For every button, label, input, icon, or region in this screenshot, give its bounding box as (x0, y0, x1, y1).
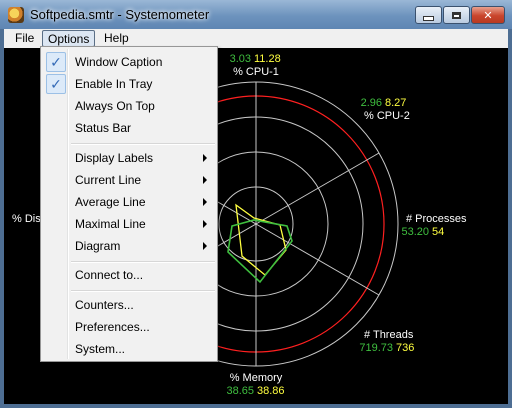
menu-separator (71, 143, 215, 145)
menu-item-label: Always On Top (75, 99, 155, 113)
check-icon: ✓ (46, 52, 66, 72)
close-button[interactable]: ✕ (471, 6, 505, 24)
menu-item-diagram[interactable]: Diagram (43, 235, 215, 257)
menu-item-maximal-line[interactable]: Maximal Line (43, 213, 215, 235)
title-bar[interactable]: Softpedia.smtr - Systemometer ✕ (0, 0, 512, 29)
threads-axis-label: # Threads (364, 329, 414, 341)
memory-max-label: 38.86 (257, 385, 285, 397)
menu-item-preferences[interactable]: Preferences... (43, 316, 215, 338)
menu-item-system[interactable]: System... (43, 338, 215, 360)
check-icon: ✓ (46, 74, 66, 94)
maximize-button[interactable] (443, 6, 470, 24)
menu-item-always-on-top[interactable]: Always On Top (43, 95, 215, 117)
menu-file[interactable]: File (10, 30, 39, 47)
menu-item-label: Status Bar (75, 121, 132, 135)
menu-item-label: Display Labels (75, 151, 154, 165)
menu-item-counters[interactable]: Counters... (43, 294, 215, 316)
threads-max-label: 736 (396, 342, 414, 354)
submenu-arrow-icon (203, 176, 207, 184)
disk-axis-label: % Dis (12, 213, 41, 225)
axis-spoke (255, 152, 380, 225)
menu-separator (71, 290, 215, 292)
menu-item-label: Average Line (75, 195, 146, 209)
cpu2-axis-label: % CPU-2 (364, 110, 410, 122)
menu-item-label: System... (75, 342, 126, 356)
menu-item-current-line[interactable]: Current Line (43, 169, 215, 191)
minimize-icon (423, 16, 434, 21)
max-series-line (235, 203, 287, 276)
processes-current-label: 53.20 (401, 226, 429, 238)
menu-item-label: Connect to... (75, 268, 144, 282)
submenu-arrow-icon (203, 154, 207, 162)
submenu-arrow-icon (203, 242, 207, 250)
processes-axis-label: # Processes (406, 213, 467, 225)
app-window: Softpedia.smtr - Systemometer ✕ File Opt… (0, 0, 512, 408)
menu-options[interactable]: Options (42, 30, 96, 47)
menu-item-label: Enable In Tray (75, 77, 153, 91)
cpu1-max-label: 11.28 (254, 53, 281, 65)
submenu-arrow-icon (203, 220, 207, 228)
menu-item-label: Counters... (75, 298, 134, 312)
submenu-arrow-icon (203, 198, 207, 206)
current-series-line (227, 219, 293, 284)
menu-item-connect-to[interactable]: Connect to... (43, 264, 215, 286)
maximize-icon (452, 11, 461, 19)
app-icon[interactable] (8, 7, 24, 23)
menu-item-label: Maximal Line (75, 217, 146, 231)
memory-current-label: 38.65 (226, 385, 254, 397)
axis-spoke (255, 223, 380, 296)
cpu2-max-label: 8.27 (385, 97, 406, 109)
cpu2-current-label: 2.96 (361, 97, 382, 109)
menu-separator (71, 261, 215, 263)
menu-item-label: Current Line (75, 173, 142, 187)
menu-item-status-bar[interactable]: Status Bar (43, 117, 215, 139)
menu-item-average-line[interactable]: Average Line (43, 191, 215, 213)
menu-help[interactable]: Help (99, 30, 134, 47)
menu-item-enable-in-tray[interactable]: ✓ Enable In Tray (43, 73, 215, 95)
menu-item-display-labels[interactable]: Display Labels (43, 147, 215, 169)
menu-item-label: Window Caption (75, 55, 163, 69)
window-title: Softpedia.smtr - Systemometer (30, 7, 210, 22)
memory-axis-label: % Memory (230, 372, 283, 384)
processes-max-label: 54 (432, 226, 444, 238)
minimize-button[interactable] (415, 6, 442, 24)
threads-current-label: 719.73 (359, 342, 393, 354)
menu-item-window-caption[interactable]: ✓ Window Caption (43, 51, 215, 73)
close-icon: ✕ (483, 9, 493, 22)
menu-item-label: Diagram (75, 239, 121, 253)
menu-item-label: Preferences... (75, 320, 150, 334)
options-dropdown-menu: ✓ Window Caption ✓ Enable In Tray Always… (40, 46, 218, 362)
cpu1-axis-label: % CPU-1 (233, 66, 279, 78)
cpu1-current-label: 3.03 (230, 53, 251, 65)
